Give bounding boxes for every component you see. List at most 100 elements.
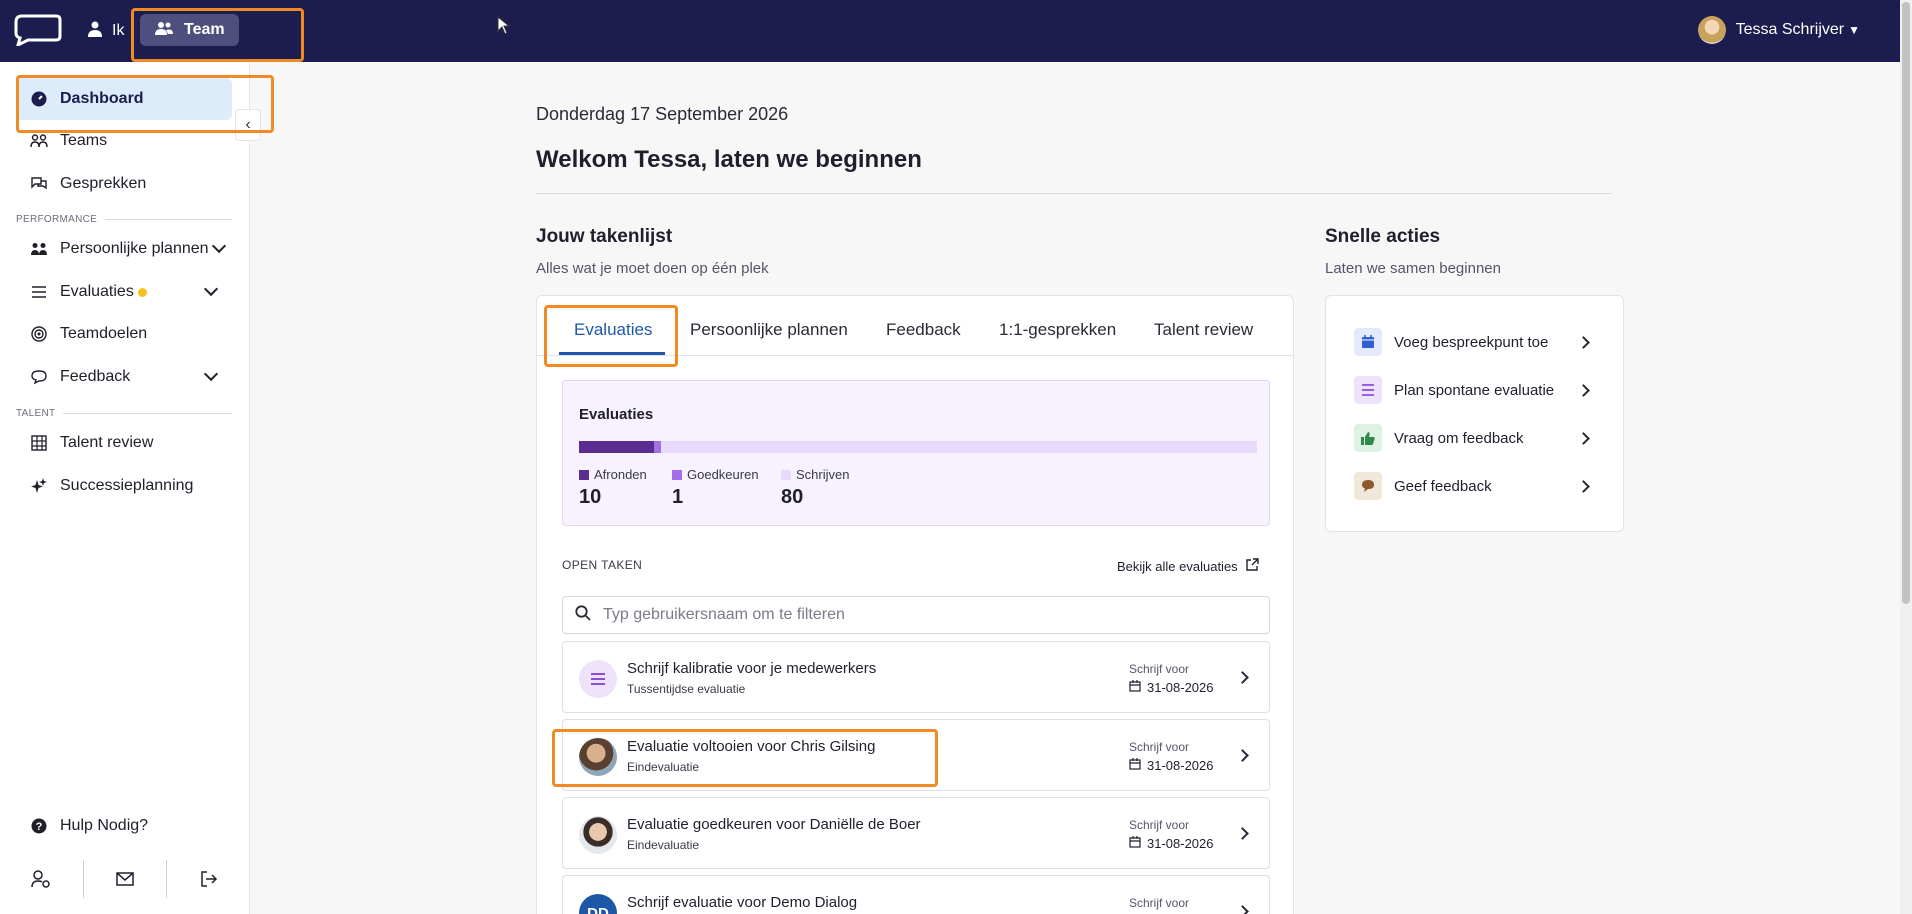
sparkle-icon xyxy=(30,477,48,495)
tab-1-1-gesprekken[interactable]: 1:1-gesprekken xyxy=(999,320,1116,340)
task-row[interactable]: DD Schrijf evaluatie voor Demo Dialog Sc… xyxy=(562,875,1270,914)
legend-swatch xyxy=(672,469,682,480)
svg-text:?: ? xyxy=(36,821,43,833)
highlight-evaluaties-tab xyxy=(544,305,678,367)
list-icon xyxy=(1354,376,1382,404)
task-title: Schrijf evaluatie voor Demo Dialog xyxy=(627,894,858,911)
help-label: Hulp Nodig? xyxy=(60,817,149,834)
nav-ik-label: Ik xyxy=(112,22,125,39)
task-due-label: Schrijf voor xyxy=(1129,740,1190,754)
scrollbar-thumb[interactable] xyxy=(1902,2,1910,604)
avatar: DD xyxy=(579,894,617,914)
sidebar-item-talent-review[interactable]: Talent review xyxy=(16,422,232,464)
sidebar-item-label: Teams xyxy=(60,132,108,149)
user-menu[interactable]: Tessa Schrijver ▼ xyxy=(1697,14,1860,46)
calendar-icon xyxy=(1129,758,1141,773)
task-due-date: 31-08-2026 xyxy=(1147,836,1214,851)
highlight-team xyxy=(131,8,304,62)
help-link[interactable]: ? Hulp Nodig? xyxy=(16,810,148,842)
task-due-label: Schrijf voor xyxy=(1129,662,1190,676)
quick-action-bespreekpunt[interactable]: Voeg bespreekpunt toe xyxy=(1354,328,1598,356)
chevron-down-icon xyxy=(203,366,219,382)
question-icon: ? xyxy=(30,817,48,835)
app-logo-icon[interactable] xyxy=(14,14,62,46)
speech-icon xyxy=(30,368,48,386)
people-icon xyxy=(30,240,48,258)
chat-icon xyxy=(30,175,48,193)
page-scrollbar[interactable] xyxy=(1900,0,1912,914)
quick-action-geef-feedback[interactable]: Geef feedback xyxy=(1354,472,1598,500)
highlight-task-chris xyxy=(552,729,938,787)
list-icon xyxy=(579,660,617,698)
calendar-icon xyxy=(1129,836,1141,851)
legend-swatch xyxy=(781,469,791,480)
list-icon xyxy=(30,283,48,301)
caret-down-icon: ▼ xyxy=(1848,23,1860,37)
legend-swatch xyxy=(579,469,589,480)
chevron-right-icon xyxy=(1236,827,1249,840)
sidebar-item-label: Successieplanning xyxy=(60,477,194,494)
quick-action-spontane-evaluatie[interactable]: Plan spontane evaluatie xyxy=(1354,376,1598,404)
legend-goedkeuren: Goedkeuren xyxy=(672,467,759,482)
user-settings-icon[interactable] xyxy=(0,860,83,898)
teams-icon xyxy=(30,132,48,150)
quick-action-vraag-feedback[interactable]: Vraag om feedback xyxy=(1354,424,1598,452)
task-row[interactable]: Schrijf kalibratie voor je medewerkers T… xyxy=(562,641,1270,713)
legend-label: Schrijven xyxy=(796,467,850,482)
task-due: 31-08-2026 xyxy=(1129,680,1214,695)
tab-talent-review[interactable]: Talent review xyxy=(1154,320,1253,340)
task-due-date: 31-08-2026 xyxy=(1147,758,1214,773)
tasklist-subtitle: Alles wat je moet doen op één plek xyxy=(536,260,769,277)
calendar-icon xyxy=(1354,328,1382,356)
person-icon xyxy=(88,21,102,42)
view-all-evaluations-link[interactable]: Bekijk alle evaluaties xyxy=(1117,558,1259,574)
sidebar-footer-actions xyxy=(0,858,250,900)
tab-persoonlijke-plannen[interactable]: Persoonlijke plannen xyxy=(690,320,848,340)
grid-icon xyxy=(30,434,48,452)
stats-progress-bar xyxy=(579,441,1257,453)
sidebar-item-teamdoelen[interactable]: Teamdoelen xyxy=(16,313,232,355)
task-row[interactable]: Evaluatie goedkeuren voor Daniëlle de Bo… xyxy=(562,797,1270,869)
highlight-dashboard xyxy=(16,75,274,133)
thumbs-up-icon xyxy=(1354,424,1382,452)
sidebar-item-label: Gesprekken xyxy=(60,175,147,192)
title-divider xyxy=(536,193,1612,194)
quick-action-label: Plan spontane evaluatie xyxy=(1394,381,1555,399)
stat-value-goedkeuren: 1 xyxy=(672,486,684,508)
sidebar-item-gesprekken[interactable]: Gesprekken xyxy=(16,163,232,205)
stat-value-schrijven: 80 xyxy=(781,486,804,508)
quick-action-label: Geef feedback xyxy=(1394,477,1492,495)
chevron-right-icon xyxy=(1577,336,1590,349)
quick-actions-title: Snelle acties xyxy=(1325,226,1441,247)
tasklist-card: Evaluaties Persoonlijke plannen Feedback… xyxy=(536,295,1294,914)
search-input[interactable] xyxy=(603,606,1203,624)
chevron-right-icon xyxy=(1577,384,1590,397)
task-due-label: Schrijf voor xyxy=(1129,896,1190,910)
external-link-icon xyxy=(1245,558,1259,574)
sidebar-item-feedback[interactable]: Feedback xyxy=(16,356,232,398)
sidebar-item-evaluaties[interactable]: Evaluaties xyxy=(16,271,232,313)
quick-actions-card: Voeg bespreekpunt toe Plan spontane eval… xyxy=(1325,295,1624,532)
chevron-right-icon xyxy=(1577,480,1590,493)
user-name: Tessa Schrijver xyxy=(1735,21,1845,38)
stats-title: Evaluaties xyxy=(579,406,654,423)
avatar xyxy=(579,816,617,854)
sidebar-item-label: Teamdoelen xyxy=(60,325,148,342)
mail-icon[interactable] xyxy=(84,860,167,898)
legend-schrijven: Schrijven xyxy=(781,467,849,482)
stats-segment-afronden xyxy=(579,441,654,453)
tab-feedback[interactable]: Feedback xyxy=(886,320,961,340)
nav-ik[interactable]: Ik xyxy=(88,18,124,44)
sidebar: Dashboard Teams Gesprekken PERFORMANCE P… xyxy=(0,62,250,914)
task-due: 31-08-2026 xyxy=(1129,758,1214,773)
page-title: Welkom Tessa, laten we beginnen xyxy=(536,146,922,173)
sidebar-item-persoonlijke-plannen[interactable]: Persoonlijke plannen xyxy=(16,228,232,270)
sidebar-item-label: Feedback xyxy=(60,368,131,385)
logout-icon[interactable] xyxy=(167,860,250,898)
quick-action-label: Voeg bespreekpunt toe xyxy=(1394,333,1549,351)
chevron-down-icon xyxy=(211,238,227,254)
task-due-label: Schrijf voor xyxy=(1129,818,1190,832)
sidebar-item-successieplanning[interactable]: Successieplanning xyxy=(16,465,232,507)
chevron-down-icon xyxy=(203,281,219,297)
chevron-right-icon xyxy=(1577,432,1590,445)
